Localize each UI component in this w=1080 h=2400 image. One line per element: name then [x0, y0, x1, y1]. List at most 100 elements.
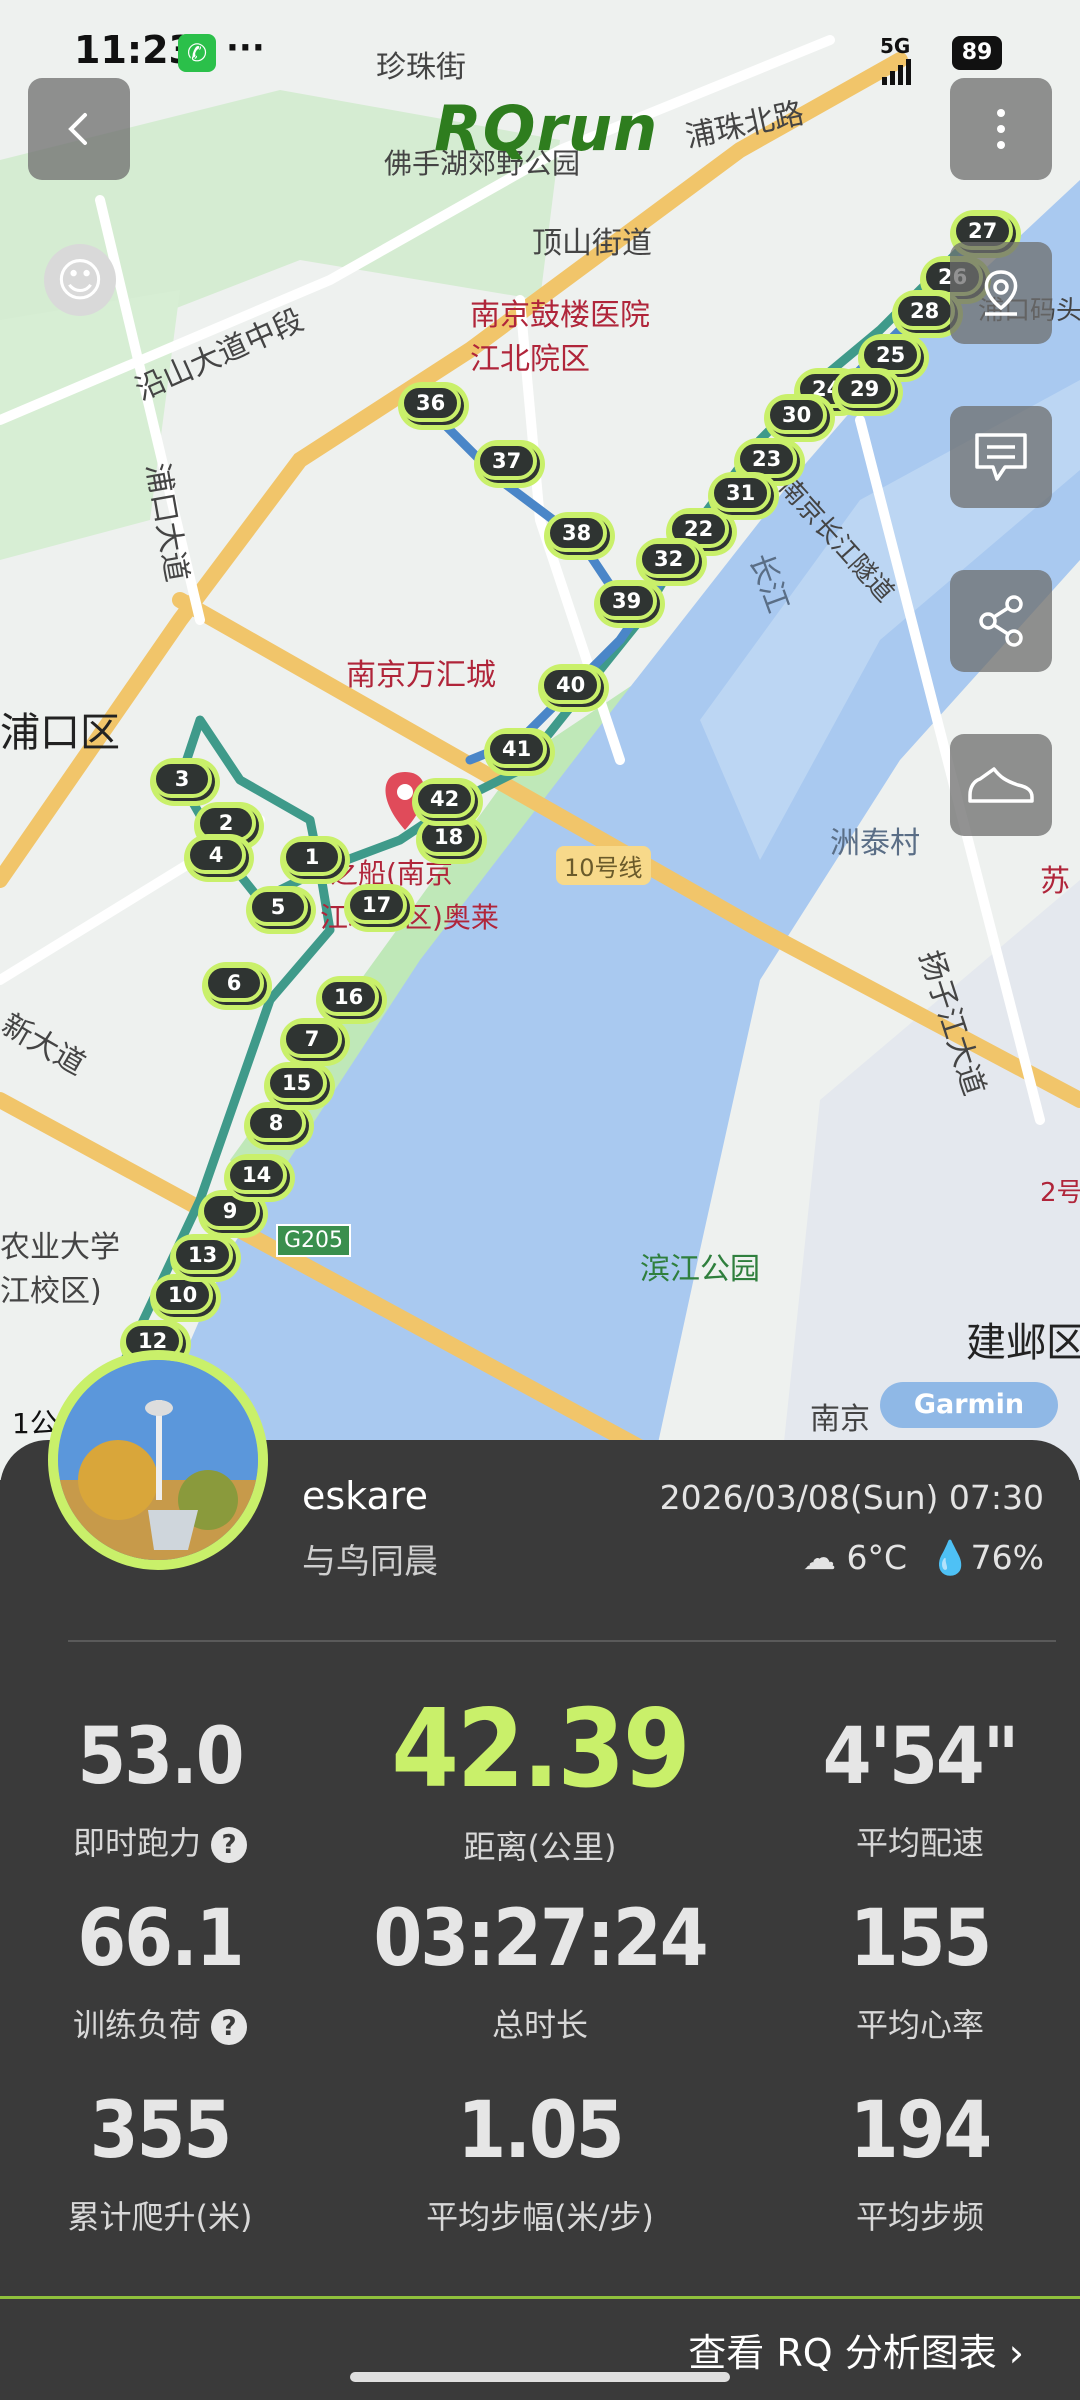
km-marker: 25 — [860, 336, 922, 374]
map-label: 南京 — [810, 1402, 870, 1437]
stat-value: 194 — [849, 2086, 992, 2176]
weather-info: ☁ 6°C 💧76% — [803, 1538, 1044, 1578]
stat-value: 66.1 — [77, 1894, 244, 1984]
stat-label: 平均步频 — [855, 2198, 984, 2236]
map-label: 顶山街道 — [532, 226, 652, 261]
help-icon[interactable]: ? — [211, 1827, 247, 1863]
km-marker: 1 — [282, 838, 342, 876]
help-icon[interactable]: ? — [211, 2009, 247, 2045]
chevron-left-icon — [68, 113, 87, 145]
km-marker: 37 — [476, 442, 538, 480]
map-label: 洲泰村 — [830, 826, 920, 861]
status-time: 11:23 — [74, 28, 195, 72]
stat-value: 03:27:24 — [373, 1894, 708, 1984]
stat-heart-rate: 155 平均心率 — [740, 1900, 1080, 2046]
map-label: 建邺区 — [966, 1320, 1080, 1366]
stat-label: 训练负荷 — [72, 2006, 201, 2044]
km-marker: 36 — [400, 384, 462, 422]
km-marker: 9 — [200, 1192, 260, 1230]
stat-value: 155 — [849, 1894, 992, 1984]
route-map[interactable]: 珍珠街 浦珠北路 佛手湖郊野公园 顶山街道 沿山大道中段 南京鼓楼医院 江北院区… — [0, 0, 1080, 1480]
km-marker: 5 — [248, 888, 308, 926]
km-marker: 40 — [540, 666, 602, 704]
km-marker: 41 — [486, 730, 548, 768]
map-label: 江校区) — [0, 1274, 102, 1309]
status-bar: 11:23 ✆ ··· 5G 89 — [0, 0, 1080, 100]
more-options-button[interactable] — [950, 78, 1052, 180]
km-marker: 32 — [638, 540, 700, 578]
map-label: 滨江公园 — [640, 1252, 760, 1287]
km-marker: 23 — [736, 440, 798, 478]
humidity-drop-icon: 💧 — [929, 1538, 971, 1577]
activity-datetime: 2026/03/08(Sun) 07:30 — [659, 1478, 1044, 1517]
phone-call-icon: ✆ — [178, 34, 216, 72]
line-10-badge: 10号线 — [556, 846, 651, 885]
stat-value: 53.0 — [77, 1712, 244, 1802]
share-icon — [979, 595, 1023, 647]
stat-duration: 03:27:24 总时长 — [360, 1900, 720, 2046]
map-label: 浦口区 — [0, 710, 120, 756]
stat-label: 距离(公里) — [463, 1828, 617, 1866]
stat-label: 平均配速 — [855, 1824, 984, 1862]
brand-logo: RQrun — [434, 92, 659, 165]
km-marker: 6 — [204, 964, 264, 1002]
stat-value: 4'54" — [822, 1712, 1020, 1802]
km-marker: 8 — [246, 1104, 306, 1142]
km-marker: 29 — [834, 370, 896, 408]
stat-label: 总时长 — [491, 2006, 588, 2044]
g205-badge: G205 — [276, 1224, 352, 1257]
map-label: 江北院区 — [470, 342, 590, 377]
km-marker: 42 — [414, 780, 476, 818]
map-label: 农业大学 — [0, 1230, 120, 1265]
shoe-icon — [968, 767, 1034, 803]
stat-cadence: 194 平均步频 — [740, 2092, 1080, 2238]
cloud-icon: ☁ — [803, 1538, 836, 1577]
km-marker: 28 — [894, 292, 956, 330]
km-marker: 39 — [596, 582, 658, 620]
km-marker: 10 — [152, 1276, 214, 1314]
home-indicator[interactable] — [350, 2372, 730, 2382]
km-marker: 16 — [318, 978, 380, 1016]
km-marker: 38 — [546, 514, 608, 552]
garmin-badge: Garmin — [880, 1382, 1058, 1428]
tower-photo — [58, 1360, 258, 1560]
km-marker: 17 — [346, 886, 408, 924]
accent-divider — [0, 2296, 1080, 2299]
emoji-face-icon[interactable]: ☺ — [44, 244, 116, 316]
signal-icon: 5G — [880, 34, 952, 85]
map-label: 2号 — [1040, 1178, 1080, 1208]
comment-button[interactable] — [950, 406, 1052, 508]
signal-label: 5G — [880, 34, 911, 58]
km-marker: 31 — [710, 474, 772, 512]
share-button[interactable] — [950, 570, 1052, 672]
view-analysis-link[interactable]: 查看 RQ 分析图表 › — [688, 2322, 1024, 2377]
stat-load: 66.1 训练负荷? — [0, 1900, 340, 2046]
location-button[interactable] — [950, 242, 1052, 344]
stat-label: 即时跑力 — [72, 1824, 201, 1862]
temperature: 6°C — [846, 1538, 908, 1577]
humidity: 76% — [970, 1538, 1044, 1577]
km-marker: 13 — [172, 1236, 234, 1274]
back-button[interactable] — [28, 78, 130, 180]
comment-icon — [975, 433, 1027, 481]
stat-elevation: 355 累计爬升(米) — [0, 2092, 340, 2238]
shoe-button[interactable] — [950, 734, 1052, 836]
km-marker: 15 — [266, 1064, 328, 1102]
km-marker: 14 — [226, 1156, 288, 1194]
status-more-dots: ··· — [226, 28, 265, 68]
km-marker: 30 — [766, 396, 828, 434]
map-label: 南京万汇城 — [346, 658, 496, 693]
location-pin-icon — [984, 270, 1018, 316]
stat-label: 平均步幅(米/步) — [426, 2198, 654, 2236]
battery-icon: 89 — [952, 36, 1002, 70]
screen: 珍珠街 浦珠北路 佛手湖郊野公园 顶山街道 沿山大道中段 南京鼓楼医院 江北院区… — [0, 0, 1080, 2400]
avatar[interactable] — [48, 1350, 268, 1570]
stat-stride: 1.05 平均步幅(米/步) — [360, 2092, 720, 2238]
km-marker: 18 — [418, 818, 480, 856]
km-marker: 4 — [186, 836, 246, 874]
km-marker: 7 — [282, 1020, 342, 1058]
map-label: 苏 — [1040, 864, 1070, 899]
map-label: 南京鼓楼医院 — [470, 298, 650, 333]
activity-title: 与鸟同晨 — [302, 1542, 438, 1582]
stat-value: 355 — [89, 2086, 232, 2176]
